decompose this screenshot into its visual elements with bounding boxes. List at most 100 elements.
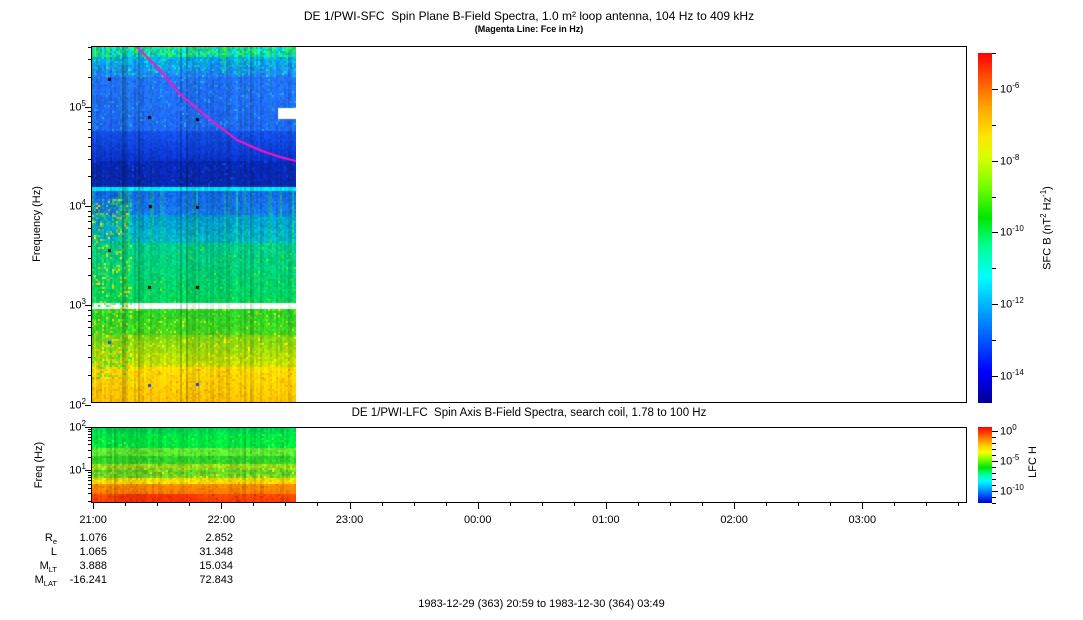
tick-mark	[542, 503, 543, 506]
tick-mark	[88, 480, 91, 481]
orbit-value-col2: 2.852	[205, 532, 233, 544]
lfc-plot-title: DE 1/PWI-LFC Spin Axis B-Field Spectra, …	[351, 407, 707, 419]
log-tick-label: 10-6	[1000, 80, 1020, 96]
orbit-value-col1: -16.241	[69, 574, 107, 586]
orbit-row-label: L	[50, 546, 57, 558]
tick-mark	[125, 503, 126, 506]
tick-mark	[88, 137, 91, 138]
tick-mark	[285, 503, 286, 506]
tick-mark	[157, 503, 158, 506]
tick-mark	[992, 89, 998, 90]
tick-mark	[189, 503, 190, 506]
tick-mark	[88, 236, 91, 237]
tick-mark	[734, 503, 735, 509]
orbit-row-label: MLAT	[34, 574, 57, 589]
orbit-row-mlat: MLAT -16.241 72.843	[0, 574, 250, 588]
tick-mark	[992, 491, 998, 492]
tick-mark	[88, 59, 91, 60]
lfc-spectrogram-canvas	[92, 428, 296, 502]
tick-mark	[88, 216, 91, 217]
time-range-label: 1983-12-29 (363) 20:59 to 1983-12-30 (36…	[418, 598, 665, 610]
tick-mark	[992, 473, 996, 474]
x-time-tick-label: 23:00	[335, 514, 364, 526]
tick-mark	[992, 340, 996, 341]
tick-mark	[88, 159, 91, 160]
log-tick-label: 10-10	[1000, 483, 1024, 498]
log-tick-label: 104	[69, 198, 86, 213]
sfc-y-axis-label: Frequency (Hz)	[31, 186, 43, 262]
log-tick-label: 105	[69, 98, 86, 114]
tick-mark	[88, 315, 91, 316]
tick-mark	[992, 125, 996, 126]
x-time-tick-label: 00:00	[463, 514, 492, 526]
lfc-colorbar	[978, 427, 992, 503]
log-tick-label: 102	[69, 419, 86, 434]
log-tick-label: 102	[69, 396, 86, 412]
tick-mark	[88, 472, 91, 473]
tick-mark	[88, 246, 91, 247]
tick-mark	[992, 197, 996, 198]
tick-mark	[606, 503, 607, 509]
log-tick-label: 10-10	[1000, 224, 1024, 240]
tick-mark	[992, 161, 998, 162]
tick-mark	[992, 268, 996, 269]
orbit-value-col1: 1.076	[79, 532, 107, 544]
tick-mark	[88, 488, 91, 489]
tick-mark	[317, 503, 318, 506]
orbit-row-mlt: MLT 3.888 15.034	[0, 560, 250, 574]
tick-mark	[992, 232, 998, 233]
tick-mark	[88, 275, 91, 276]
plot-title: DE 1/PWI-SFC Spin Plane B-Field Spectra,…	[303, 9, 755, 23]
tick-mark	[992, 455, 996, 456]
tick-mark	[992, 53, 996, 54]
sfc-spectrogram-canvas	[92, 47, 296, 402]
x-time-tick-label: 02:00	[720, 514, 748, 526]
tick-mark	[992, 437, 996, 438]
tick-mark	[670, 503, 671, 506]
tick-mark	[992, 497, 996, 498]
tick-mark	[88, 146, 91, 147]
tick-mark	[992, 431, 998, 432]
tick-mark	[992, 503, 996, 504]
log-tick-label: 10-5	[1000, 453, 1020, 468]
sfc-spectrogram-panel	[91, 46, 967, 403]
tick-mark	[88, 357, 91, 358]
tick-mark	[88, 493, 91, 494]
log-tick-label: 10-8	[1000, 152, 1020, 168]
tick-mark	[992, 304, 998, 305]
tick-mark	[992, 376, 998, 377]
log-tick-label: 103	[69, 297, 86, 313]
tick-mark	[253, 503, 254, 506]
tick-mark	[478, 503, 479, 509]
tick-mark	[88, 457, 91, 458]
tick-mark	[88, 221, 91, 222]
tick-mark	[88, 484, 91, 485]
tick-mark	[88, 258, 91, 259]
orbit-row-l: L 1.065 31.348	[0, 546, 250, 560]
log-tick-label: 101	[69, 462, 86, 478]
orbit-row-re: Re 1.076 2.852	[0, 532, 250, 546]
tick-mark	[88, 310, 91, 311]
log-tick-label: 10-12	[1000, 296, 1024, 311]
orbit-value-col2: 72.843	[199, 574, 233, 586]
tick-mark	[88, 444, 91, 445]
sfc-colorbar	[978, 53, 992, 403]
tick-mark	[638, 503, 639, 506]
spectrogram-page: { "header": { "title": "DE 1/PWI-SFC Spi…	[0, 0, 1083, 620]
tick-mark	[446, 503, 447, 506]
tick-mark	[894, 503, 895, 506]
tick-mark	[88, 429, 91, 430]
tick-mark	[830, 503, 831, 506]
tick-mark	[88, 327, 91, 328]
tick-mark	[88, 321, 91, 322]
tick-mark	[992, 485, 996, 486]
tick-mark	[88, 345, 91, 346]
lfc-y-axis-label: Freq (Hz)	[33, 441, 45, 489]
lfc-colorbar-label: LFC H	[1027, 446, 1039, 478]
tick-mark	[88, 475, 91, 476]
tick-mark	[702, 503, 703, 506]
tick-mark	[992, 479, 996, 480]
tick-mark	[992, 449, 996, 450]
tick-mark	[88, 437, 91, 438]
orbit-row-label: Re	[44, 532, 57, 547]
